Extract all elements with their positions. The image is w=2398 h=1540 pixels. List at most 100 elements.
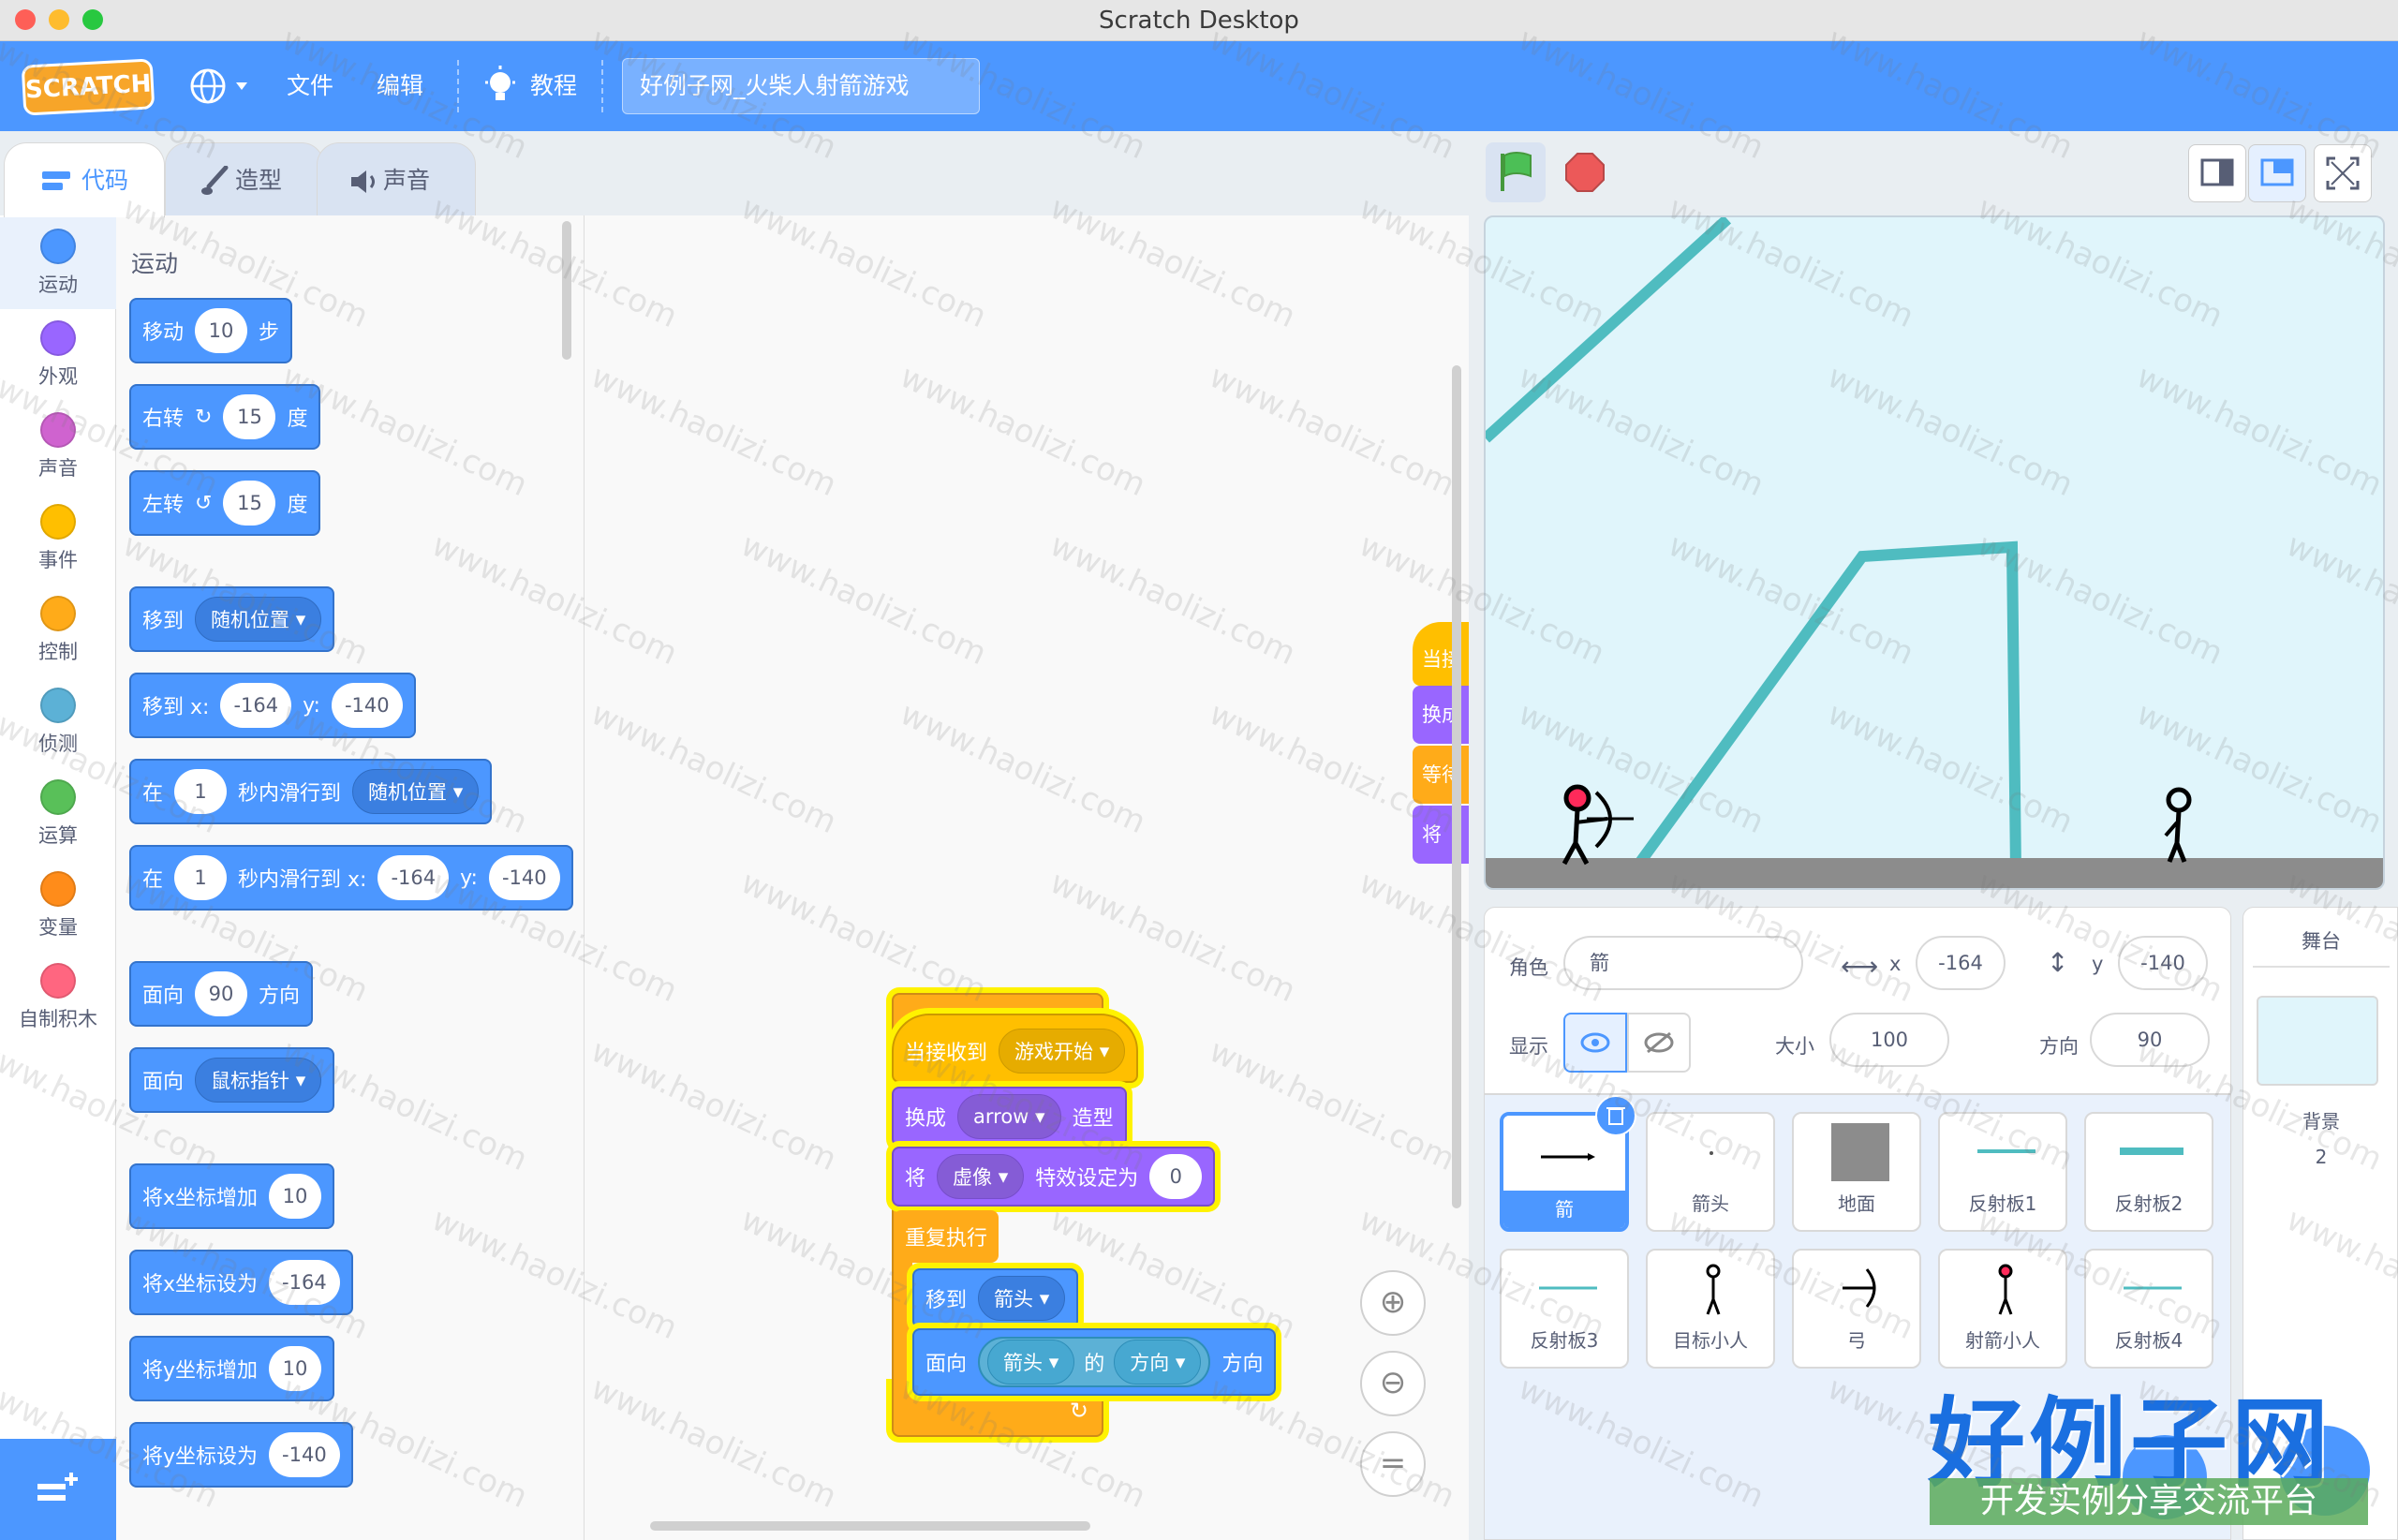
stage-thumbnail[interactable] <box>2257 996 2378 1086</box>
sprite-tile[interactable]: 弓 <box>1792 1249 1921 1369</box>
language-menu[interactable] <box>187 66 253 111</box>
x-input[interactable]: -164 <box>220 683 292 728</box>
category-events[interactable]: 事件 <box>0 493 116 585</box>
scratch-logo[interactable]: SCRATCH <box>21 58 155 116</box>
sprite-tile[interactable]: 反射板1 <box>1938 1112 2067 1232</box>
category-variables[interactable]: 变量 <box>0 860 116 952</box>
horizontal-scrollbar[interactable] <box>650 1521 1090 1531</box>
tab-code[interactable]: 代码 <box>4 142 165 217</box>
sprite-tile[interactable]: 反射板2 <box>2084 1112 2213 1232</box>
y-input[interactable]: -140 <box>331 683 403 728</box>
sprite-tile[interactable]: 箭头 <box>1646 1112 1775 1232</box>
degrees-input[interactable]: 15 <box>223 481 276 526</box>
costume-dropdown[interactable]: arrow ▾ <box>957 1094 1061 1139</box>
towards-dropdown[interactable]: 鼠标指针 ▾ <box>195 1058 322 1103</box>
block-set-x[interactable]: 将x坐标设为 -164 <box>129 1250 353 1315</box>
y-label: y <box>2092 953 2104 975</box>
goto-target-dropdown[interactable]: 箭头 ▾ <box>978 1276 1066 1321</box>
category-sound[interactable]: 声音 <box>0 401 116 493</box>
zoom-reset-button[interactable]: = <box>1360 1431 1426 1497</box>
show-sprite-button[interactable] <box>1563 1013 1627 1073</box>
zoom-window-button[interactable] <box>82 9 103 30</box>
goto-sprite-block[interactable]: 移到 箭头 ▾ <box>912 1268 1079 1328</box>
y-input[interactable]: -140 <box>488 855 560 900</box>
value-input[interactable]: -164 <box>269 1260 340 1305</box>
goto-dropdown[interactable]: 随机位置 ▾ <box>195 597 322 642</box>
switch-costume-block[interactable]: 换成 arrow ▾ 造型 <box>892 1087 1127 1147</box>
category-my-blocks[interactable]: 自制积木 <box>0 952 116 1044</box>
add-extension-button[interactable] <box>0 1439 116 1540</box>
block-turn-right[interactable]: 右转 ↻ 15 度 <box>129 384 321 450</box>
forever-label[interactable]: 重复执行 <box>894 1210 999 1263</box>
script-area[interactable]: 当接 换成 等待 将 ↻ 当接收到 游戏开始 ▾ 换成 arrow ▾ 造型 将虚像 … <box>585 215 1469 1540</box>
steps-input[interactable]: 10 <box>195 308 248 353</box>
tutorials-label[interactable]: 教程 <box>530 69 577 103</box>
value-input[interactable]: -140 <box>269 1432 340 1477</box>
block-point-towards[interactable]: 面向 鼠标指针 ▾ <box>129 1047 335 1113</box>
point-towards-block[interactable]: 面向 箭头 ▾ 的方向 ▾ 方向 <box>912 1328 1277 1396</box>
fullscreen-button[interactable] <box>2314 144 2372 202</box>
stop-button[interactable] <box>1555 142 1615 202</box>
block-goto[interactable]: 移到 随机位置 ▾ <box>129 586 335 652</box>
block-turn-left[interactable]: 左转 ↺ 15 度 <box>129 470 321 536</box>
project-title-input[interactable]: 好例子网_火柴人射箭游戏 <box>622 58 980 114</box>
category-looks[interactable]: 外观 <box>0 309 116 401</box>
of-sprite-dropdown[interactable]: 箭头 ▾ <box>987 1340 1075 1385</box>
zoom-in-button[interactable]: ⊕ <box>1360 1270 1426 1336</box>
normal-stage-button[interactable] <box>2248 144 2306 202</box>
size-input[interactable]: 100 <box>1829 1013 1949 1067</box>
value-input[interactable]: 10 <box>269 1174 322 1219</box>
block-change-x[interactable]: 将x坐标增加 10 <box>129 1163 335 1229</box>
tab-costumes[interactable]: 造型 <box>165 142 324 217</box>
block-glide[interactable]: 在 1 秒内滑行到 随机位置 ▾ <box>129 759 493 824</box>
y-position-input[interactable]: -140 <box>2118 936 2208 990</box>
seconds-input[interactable]: 1 <box>174 769 228 814</box>
tutorials-menu[interactable] <box>483 66 517 111</box>
minimize-window-button[interactable] <box>49 9 69 30</box>
hide-sprite-button[interactable] <box>1627 1013 1691 1073</box>
seconds-input[interactable]: 1 <box>174 855 228 900</box>
edit-menu[interactable]: 编辑 <box>377 69 423 103</box>
block-move-steps[interactable]: 移动 10 步 <box>129 298 293 363</box>
category-motion[interactable]: 运动 <box>0 217 116 309</box>
close-window-button[interactable] <box>15 9 36 30</box>
degrees-input[interactable]: 15 <box>223 394 276 439</box>
x-input[interactable]: -164 <box>377 855 450 900</box>
block-glide-xy[interactable]: 在 1 秒内滑行到 x: -164 y: -140 <box>129 845 573 911</box>
effect-dropdown[interactable]: 虚像 ▾ <box>937 1154 1025 1199</box>
value-input[interactable]: 10 <box>269 1346 322 1391</box>
stage-canvas[interactable] <box>1484 215 2385 890</box>
palette-scrollbar[interactable] <box>562 221 571 360</box>
glide-dropdown[interactable]: 随机位置 ▾ <box>352 769 480 814</box>
block-point-direction[interactable]: 面向 90 方向 <box>129 961 314 1027</box>
effect-value-input[interactable]: 0 <box>1149 1154 1203 1199</box>
sprite-tile[interactable]: 反射板3 <box>1500 1249 1629 1369</box>
sprite-tile[interactable]: 地面 <box>1792 1112 1921 1232</box>
sprite-tile[interactable]: 反射板4 <box>2084 1249 2213 1369</box>
block-change-y[interactable]: 将y坐标增加 10 <box>129 1336 335 1401</box>
category-operators[interactable]: 运算 <box>0 768 116 860</box>
message-dropdown[interactable]: 游戏开始 ▾ <box>999 1029 1126 1074</box>
direction-input[interactable]: 90 <box>2090 1013 2210 1067</box>
green-flag-button[interactable] <box>1486 142 1546 202</box>
sprite-name-input[interactable]: 箭 <box>1563 936 1803 990</box>
set-effect-block[interactable]: 将虚像 ▾ 特效设定为 0 <box>892 1147 1216 1207</box>
tab-sounds[interactable]: 声音 <box>317 142 476 217</box>
of-property-dropdown[interactable]: 方向 ▾ <box>1114 1340 1202 1385</box>
file-menu[interactable]: 文件 <box>287 69 333 103</box>
sprite-tile[interactable]: 射箭小人 <box>1938 1249 2067 1369</box>
delete-sprite-button[interactable] <box>1595 1095 1636 1136</box>
small-stage-button[interactable] <box>2188 144 2246 202</box>
zoom-out-button[interactable]: ⊖ <box>1360 1351 1426 1416</box>
sensing-of-reporter[interactable]: 箭头 ▾ 的方向 ▾ <box>978 1337 1211 1387</box>
category-control[interactable]: 控制 <box>0 585 116 676</box>
sprite-tile[interactable]: 目标小人 <box>1646 1249 1775 1369</box>
block-goto-xy[interactable]: 移到 x: -164 y: -140 <box>129 673 416 738</box>
direction-input[interactable]: 90 <box>195 971 248 1016</box>
vertical-scrollbar[interactable] <box>1452 365 1461 1208</box>
category-sensing[interactable]: 侦测 <box>0 676 116 768</box>
when-receive-hat-block[interactable]: 当接收到 游戏开始 ▾ <box>892 1014 1139 1083</box>
x-position-input[interactable]: -164 <box>1916 936 2006 990</box>
block-set-y[interactable]: 将y坐标设为 -140 <box>129 1422 353 1488</box>
divider <box>2253 966 2390 968</box>
